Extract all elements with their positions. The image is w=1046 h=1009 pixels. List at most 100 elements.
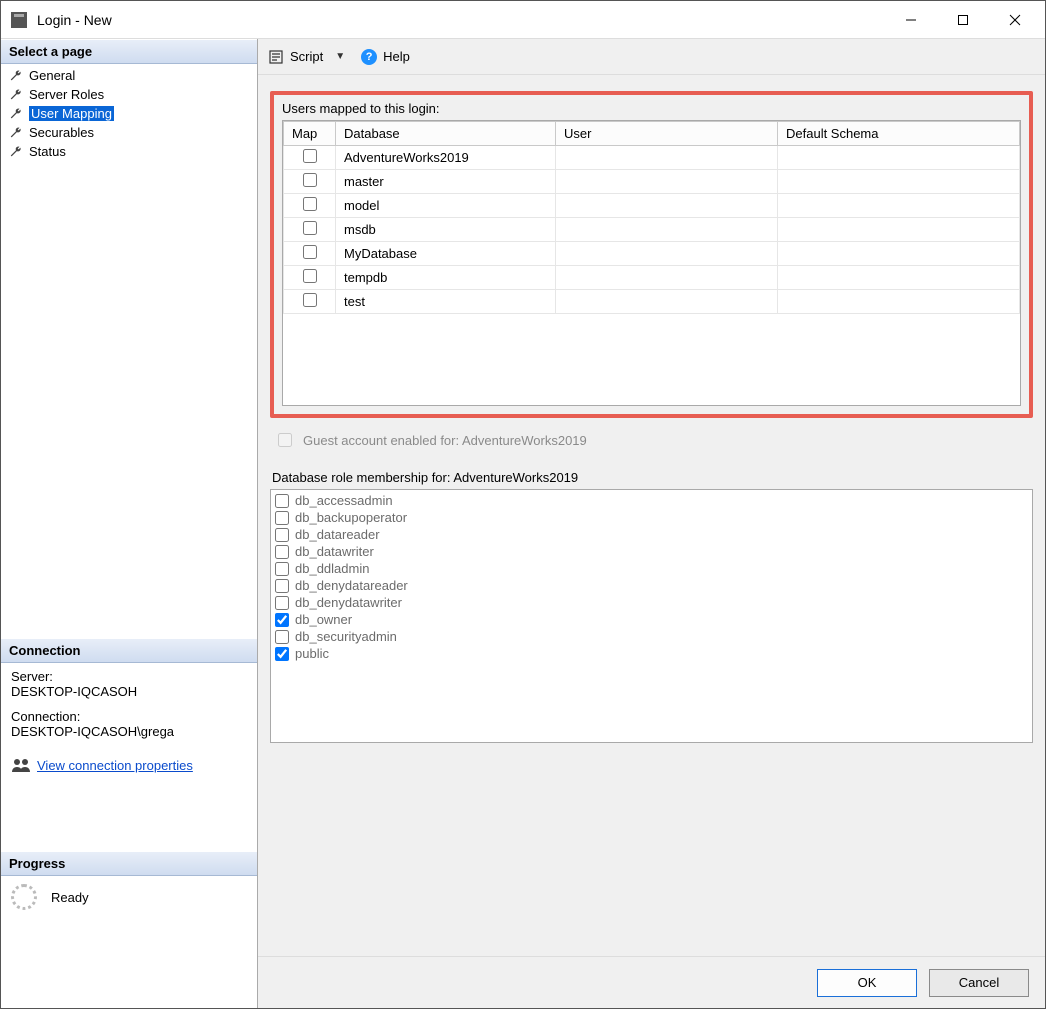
view-connection-properties-link[interactable]: View connection properties xyxy=(37,758,193,773)
role-item[interactable]: db_datawriter xyxy=(275,543,1028,560)
select-page-header: Select a page xyxy=(1,39,257,64)
sidebar-page-server-roles[interactable]: Server Roles xyxy=(1,85,257,104)
role-item[interactable]: db_securityadmin xyxy=(275,628,1028,645)
map-checkbox[interactable] xyxy=(303,197,317,211)
role-checkbox[interactable] xyxy=(275,494,289,508)
cell-schema[interactable] xyxy=(778,290,1020,314)
role-checkbox[interactable] xyxy=(275,579,289,593)
col-map[interactable]: Map xyxy=(284,122,336,146)
role-item[interactable]: db_denydatawriter xyxy=(275,594,1028,611)
help-button[interactable]: Help xyxy=(383,49,410,64)
guest-account-row: Guest account enabled for: AdventureWork… xyxy=(270,430,1033,450)
role-checkbox[interactable] xyxy=(275,511,289,525)
server-value: DESKTOP-IQCASOH xyxy=(11,684,247,699)
sidebar-page-securables[interactable]: Securables xyxy=(1,123,257,142)
wrench-icon xyxy=(9,145,23,159)
role-membership-list[interactable]: db_accessadmindb_backupoperatordb_datare… xyxy=(270,489,1033,743)
ok-button[interactable]: OK xyxy=(817,969,917,997)
cancel-button[interactable]: Cancel xyxy=(929,969,1029,997)
connection-value: DESKTOP-IQCASOH\grega xyxy=(11,724,247,739)
cell-database[interactable]: msdb xyxy=(336,218,556,242)
cell-schema[interactable] xyxy=(778,146,1020,170)
script-button[interactable]: Script xyxy=(290,49,323,64)
sidebar-page-label: General xyxy=(29,68,75,83)
guest-label: Guest account enabled for: AdventureWork… xyxy=(303,433,587,448)
role-name: db_datareader xyxy=(295,527,380,542)
role-checkbox[interactable] xyxy=(275,613,289,627)
window-title: Login - New xyxy=(37,12,885,28)
minimize-button[interactable] xyxy=(885,2,937,38)
cell-database[interactable]: AdventureWorks2019 xyxy=(336,146,556,170)
role-checkbox[interactable] xyxy=(275,647,289,661)
cell-schema[interactable] xyxy=(778,242,1020,266)
toolbar: Script ▼ ? Help xyxy=(258,39,1045,75)
cell-schema[interactable] xyxy=(778,218,1020,242)
map-checkbox[interactable] xyxy=(303,221,317,235)
cell-user[interactable] xyxy=(556,146,778,170)
cell-user[interactable] xyxy=(556,242,778,266)
dialog-footer: OK Cancel xyxy=(258,956,1045,1008)
wrench-icon xyxy=(9,88,23,102)
role-item[interactable]: db_datareader xyxy=(275,526,1028,543)
table-row[interactable]: master xyxy=(284,170,1020,194)
cell-user[interactable] xyxy=(556,218,778,242)
cell-database[interactable]: test xyxy=(336,290,556,314)
cell-user[interactable] xyxy=(556,266,778,290)
wrench-icon xyxy=(9,107,23,121)
map-checkbox[interactable] xyxy=(303,293,317,307)
role-item[interactable]: db_denydatareader xyxy=(275,577,1028,594)
connection-label: Connection: xyxy=(11,709,247,724)
app-icon xyxy=(11,12,27,28)
cell-database[interactable]: master xyxy=(336,170,556,194)
cell-user[interactable] xyxy=(556,170,778,194)
cell-database[interactable]: model xyxy=(336,194,556,218)
table-row[interactable]: tempdb xyxy=(284,266,1020,290)
cell-user[interactable] xyxy=(556,290,778,314)
cell-schema[interactable] xyxy=(778,266,1020,290)
main-panel: Script ▼ ? Help Users mapped to this log… xyxy=(258,39,1045,1008)
table-row[interactable]: test xyxy=(284,290,1020,314)
progress-header: Progress xyxy=(1,851,257,876)
close-button[interactable] xyxy=(989,2,1041,38)
col-schema[interactable]: Default Schema xyxy=(778,122,1020,146)
col-database[interactable]: Database xyxy=(336,122,556,146)
users-mapped-highlight: Users mapped to this login: Map Database… xyxy=(270,91,1033,418)
script-icon xyxy=(268,49,284,65)
maximize-button[interactable] xyxy=(937,2,989,38)
col-user[interactable]: User xyxy=(556,122,778,146)
role-checkbox[interactable] xyxy=(275,528,289,542)
map-checkbox[interactable] xyxy=(303,269,317,283)
cell-database[interactable]: tempdb xyxy=(336,266,556,290)
user-mapping-grid[interactable]: Map Database User Default Schema Adventu… xyxy=(282,120,1021,406)
role-name: db_denydatareader xyxy=(295,578,408,593)
script-dropdown-icon[interactable]: ▼ xyxy=(329,51,351,62)
role-item[interactable]: db_backupoperator xyxy=(275,509,1028,526)
cell-user[interactable] xyxy=(556,194,778,218)
cell-schema[interactable] xyxy=(778,194,1020,218)
role-item[interactable]: db_owner xyxy=(275,611,1028,628)
role-name: db_ddladmin xyxy=(295,561,369,576)
map-checkbox[interactable] xyxy=(303,149,317,163)
sidebar-page-status[interactable]: Status xyxy=(1,142,257,161)
sidebar-page-general[interactable]: General xyxy=(1,66,257,85)
sidebar-page-user-mapping[interactable]: User Mapping xyxy=(1,104,257,123)
table-row[interactable]: msdb xyxy=(284,218,1020,242)
users-mapped-label: Users mapped to this login: xyxy=(282,101,1021,116)
role-item[interactable]: db_ddladmin xyxy=(275,560,1028,577)
progress-spinner-icon xyxy=(11,884,37,910)
role-checkbox[interactable] xyxy=(275,596,289,610)
map-checkbox[interactable] xyxy=(303,245,317,259)
role-checkbox[interactable] xyxy=(275,545,289,559)
cell-schema[interactable] xyxy=(778,170,1020,194)
cell-database[interactable]: MyDatabase xyxy=(336,242,556,266)
table-row[interactable]: AdventureWorks2019 xyxy=(284,146,1020,170)
guest-checkbox xyxy=(278,433,292,447)
role-item[interactable]: db_accessadmin xyxy=(275,492,1028,509)
table-row[interactable]: model xyxy=(284,194,1020,218)
map-checkbox[interactable] xyxy=(303,173,317,187)
role-checkbox[interactable] xyxy=(275,562,289,576)
wrench-icon xyxy=(9,69,23,83)
role-item[interactable]: public xyxy=(275,645,1028,662)
role-checkbox[interactable] xyxy=(275,630,289,644)
table-row[interactable]: MyDatabase xyxy=(284,242,1020,266)
